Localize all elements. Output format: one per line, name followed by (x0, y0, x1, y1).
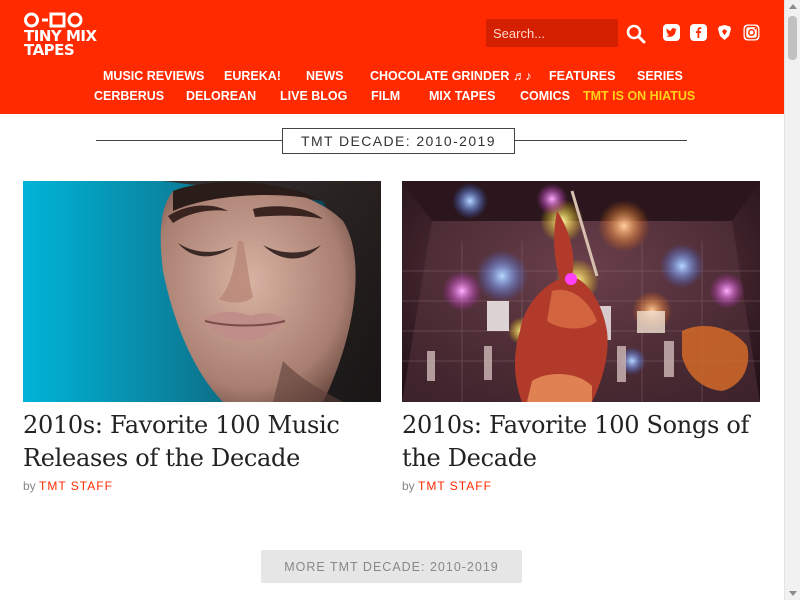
scrollbar-thumb[interactable] (788, 16, 797, 60)
nav-features[interactable]: FEATURES (549, 69, 615, 83)
logo-text: TINY MIX TAPES (24, 29, 97, 59)
nav-cerberus[interactable]: CERBERUS (94, 89, 164, 103)
card-title-music-releases[interactable]: 2010s: Favorite 100 Music Releases of th… (23, 409, 383, 475)
nav-film[interactable]: FILM (371, 89, 400, 103)
section-title: TMT DECADE: 2010-2019 (282, 128, 515, 154)
card-title-songs[interactable]: 2010s: Favorite 100 Songs of the Decade (402, 409, 762, 475)
scroll-up-arrow-icon[interactable] (789, 4, 797, 9)
byline-prefix: by (402, 479, 415, 493)
instagram-icon[interactable] (743, 24, 760, 41)
logo-shapes-icon (24, 12, 83, 28)
site-logo[interactable]: TINY MIX TAPES (24, 12, 97, 60)
search-input[interactable] (486, 19, 618, 47)
nav-news[interactable]: NEWS (306, 69, 344, 83)
nav-mix-tapes[interactable]: MIX TAPES (429, 89, 495, 103)
nav-delorean[interactable]: DELOREAN (186, 89, 256, 103)
author-link[interactable]: TMT STAFF (39, 479, 113, 493)
scroll-down-arrow-icon[interactable] (789, 591, 797, 596)
nav-music-reviews[interactable]: MUSIC REVIEWS (103, 69, 204, 83)
byline-prefix: by (23, 479, 36, 493)
nav-chocolate-grinder[interactable]: CHOCOLATE GRINDER ♬♪ (370, 69, 532, 83)
nav-eureka[interactable]: EUREKA! (224, 69, 281, 83)
page-scrollbar[interactable] (784, 0, 800, 600)
search-icon[interactable] (626, 24, 646, 44)
nav-live-blog[interactable]: LIVE BLOG (280, 89, 347, 103)
card-byline-songs: by TMT STAFF (402, 479, 492, 493)
nav-tmt-hiatus[interactable]: TMT IS ON HIATUS (583, 89, 695, 103)
club-scene-illustration (402, 181, 760, 402)
nav-series[interactable]: SERIES (637, 69, 683, 83)
site-header: TINY MIX TAPES MUSIC REVIEWS EUREKA! NEW… (0, 0, 784, 114)
nav-comics[interactable]: COMICS (520, 89, 570, 103)
facebook-icon[interactable] (690, 24, 707, 41)
logo-line-2: TAPES (24, 41, 75, 59)
brave-icon[interactable] (716, 24, 733, 41)
portrait-illustration (23, 181, 381, 402)
more-decade-button[interactable]: MORE TMT DECADE: 2010-2019 (261, 550, 522, 583)
card-image-music-releases[interactable] (23, 181, 381, 402)
card-image-songs[interactable] (402, 181, 760, 402)
author-link[interactable]: TMT STAFF (418, 479, 492, 493)
card-byline-music-releases: by TMT STAFF (23, 479, 113, 493)
twitter-icon[interactable] (663, 24, 680, 41)
